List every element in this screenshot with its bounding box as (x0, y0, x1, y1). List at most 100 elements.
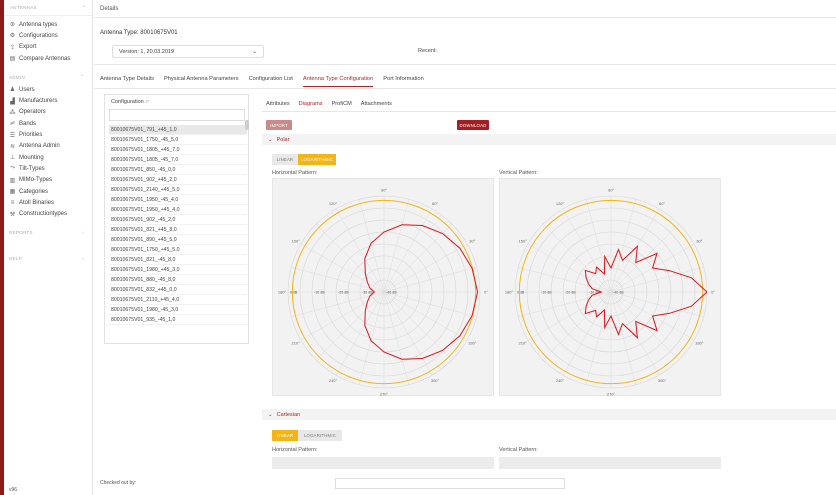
grid-spoke (585, 291, 612, 385)
mimo-icon: ▥ (9, 177, 16, 184)
grid-spoke (383, 243, 468, 293)
configuration-filter-input[interactable] (109, 109, 245, 121)
sidebar-item-mounting[interactable]: ⊥ Mounting (4, 152, 92, 163)
grid-spoke (383, 208, 433, 293)
radial-tick-label: -40 dB (386, 291, 397, 295)
download-button[interactable]: DOWNLOAD (457, 120, 489, 130)
grid-spoke (383, 199, 410, 293)
sidebar-item-label: Atoll Binaries (19, 199, 55, 206)
version-select[interactable]: Version: 1, 20.03.2019 ⌄ (112, 45, 264, 58)
list-item[interactable]: 80010675V01_1980_-45_3,0 (109, 305, 247, 315)
grid-spoke (383, 291, 433, 376)
categories-icon: ▦ (9, 189, 16, 195)
list-item[interactable]: 80010675V01_1750_-45_5,0 (109, 135, 247, 145)
sidebar-item-constructiontypes[interactable]: ⚒ Constructiontypes (4, 208, 92, 219)
list-item[interactable]: 80010675V01_1805_-45_7,0 (109, 155, 247, 165)
list-item[interactable]: 80010675V01_890_+45_5,0 (109, 235, 247, 245)
grid-spoke (610, 291, 704, 318)
sidebar-item-categories[interactable]: ▦ Categories (4, 186, 92, 197)
sidebar-item-label: Priorities (19, 132, 43, 139)
grid-spoke (300, 291, 385, 341)
list-item[interactable]: 80010675V01_821_+45_8,0 (109, 225, 247, 235)
page-title: Details (100, 5, 119, 12)
list-item[interactable]: 80010675V01_821_-45_8,0 (109, 255, 247, 265)
list-item[interactable]: 80010675V01_2140_+45_5,0 (109, 185, 247, 195)
tab-port-information[interactable]: Port Information (383, 76, 423, 87)
sidebar-item-tilt-types[interactable]: ⤳ Tilt-Types (4, 163, 92, 174)
bands-icon: ≓ (9, 121, 16, 128)
sidebar-item-compare-antennas[interactable]: ▤ Compare Antennas (4, 53, 92, 64)
import-button[interactable]: IMPORT (266, 120, 292, 130)
angle-tick-label: 90° (608, 188, 614, 193)
angle-tick-label: 150° (292, 239, 301, 244)
sidebar-section-antennas[interactable]: ANTENNAS ⌃ (4, 0, 92, 16)
list-item[interactable]: 80010675V01_1980_+45_3,0 (109, 265, 247, 275)
grid-spoke (610, 199, 637, 293)
chevron-down-icon: ⌄ (252, 49, 257, 55)
list-item[interactable]: 80010675V01_832_+45_0,0 (109, 285, 247, 295)
list-item[interactable]: 80010675V01_791_+45_1,0 (109, 125, 247, 135)
grid-spoke (527, 243, 612, 293)
sidebar-section-help[interactable]: HELP › (4, 252, 92, 266)
angle-tick-label: 120° (329, 201, 338, 206)
list-item[interactable]: 80010675V01_1805_+45_7,0 (109, 145, 247, 155)
sidebar-item-priorities[interactable]: ☰ Priorities (4, 129, 92, 140)
tab-antenna-type-details[interactable]: Antenna Type Details (100, 76, 154, 87)
grid-spoke (300, 243, 385, 293)
sidebar-section-admin[interactable]: ADMIN ⌃ (4, 70, 92, 84)
cartesian-scale-toggle: LINEAR LOGARITHMIC (272, 430, 342, 441)
antenna-icon: ⊛ (9, 22, 16, 29)
tilt-icon: ⤳ (10, 165, 15, 172)
radial-tick-label: -10 dB (541, 291, 552, 295)
configuration-label: Configuration 2* (111, 99, 150, 105)
sidebar-section-label: HELP (9, 256, 22, 262)
cartesian-section-header[interactable]: ⌄ Cartesian (262, 409, 836, 420)
list-item[interactable]: 80010675V01_1750_+45_5,0 (109, 245, 247, 255)
radial-tick-label: -20 dB (338, 291, 349, 295)
grid-spoke (383, 291, 477, 318)
sidebar-section-reports[interactable]: REPORTS › (4, 226, 92, 240)
sidebar-item-antenna-admin[interactable]: ≋ Antenna Admin (4, 141, 92, 152)
sidebar-item-bands[interactable]: ≓ Bands (4, 118, 92, 129)
angle-tick-label: 90° (381, 188, 387, 193)
list-item[interactable]: 80010675V01_902_+45_2,0 (109, 175, 247, 185)
tab-configuration-list[interactable]: Configuration List (249, 76, 293, 87)
polar-section-header[interactable]: ⌄ Polar (262, 134, 836, 145)
angle-tick-label: 0° (711, 290, 715, 295)
angle-tick-label: 150° (519, 239, 528, 244)
scrollbar-thumb[interactable] (245, 120, 249, 130)
sidebar-item-label: Antenna Admin (19, 143, 60, 150)
polar-log-button[interactable]: LOGARITHMIC (298, 154, 336, 165)
tab-physical-antenna-parameters[interactable]: Physical Antenna Parameters (164, 76, 239, 87)
angle-tick-label: 210° (519, 341, 528, 346)
list-item[interactable]: 80010675V01_2110_+45_4,0 (109, 295, 247, 305)
checked-out-field[interactable] (335, 478, 565, 489)
topbar: Details (94, 0, 836, 18)
list-item[interactable]: 80010675V01_1950_+45_4,0 (109, 205, 247, 215)
sidebar-item-label: MIMo-Types (19, 177, 53, 184)
sidebar-item-mimo-types[interactable]: ▥ MIMo-Types (4, 175, 92, 186)
sidebar-item-operators[interactable]: ⁂ Operators (4, 107, 92, 118)
polar-linear-button[interactable]: LINEAR (272, 154, 298, 165)
sidebar-item-antenna-types[interactable]: ⊛ Antenna types (4, 19, 92, 30)
angle-tick-label: 60° (659, 201, 665, 206)
sidebar-item-manufacturers[interactable]: ▟ Manufacturers (4, 95, 92, 106)
sidebar-item-export[interactable]: ⇪ Export (4, 42, 92, 53)
cartesian-linear-button[interactable]: LINEAR (272, 430, 298, 441)
cartesian-log-button[interactable]: LOGARITHMIC (298, 430, 342, 441)
sidebar-item-atoll-binaries[interactable]: ≡ Atoll Binaries (4, 197, 92, 208)
compare-icon: ▤ (9, 56, 16, 63)
grid-spoke (542, 291, 612, 361)
recent-label: Recent: (418, 48, 437, 54)
sidebar-item-configurations[interactable]: ⚙ Configurations (4, 30, 92, 41)
sidebar-item-label: Configurations (19, 32, 58, 39)
tab-antenna-type-configuration[interactable]: Antenna Type Configuration (302, 76, 374, 87)
list-item[interactable]: 80010675V01_850_-45_0,0 (109, 165, 247, 175)
list-item[interactable]: 80010675V01_880_-45_8,0 (109, 275, 247, 285)
list-item[interactable]: 80010675V01_902_-45_2,0 (109, 215, 247, 225)
main-tabs: Antenna Type Details Physical Antenna Pa… (100, 76, 424, 87)
cartesian-vertical-label: Vertical Pattern: (499, 447, 538, 453)
sidebar-item-users[interactable]: ♟ Users (4, 84, 92, 95)
list-item[interactable]: 80010675V01_935_-45_1,0 (109, 315, 247, 325)
list-item[interactable]: 80010675V01_1950_-45_4,0 (109, 195, 247, 205)
